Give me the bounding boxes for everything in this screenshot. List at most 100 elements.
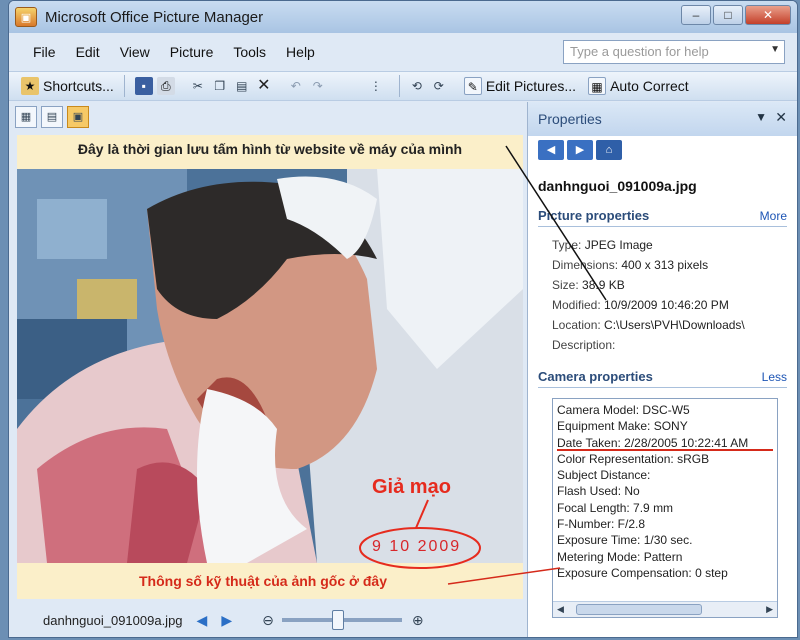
properties-title: Properties (538, 111, 602, 127)
menu-view[interactable]: View (120, 44, 150, 60)
camera-properties-title: Camera properties (538, 369, 653, 384)
zoom-slider[interactable] (281, 610, 402, 630)
minimize-button[interactable]: – (681, 5, 711, 25)
pane-navigation: ◀ ▶ ⌂ (538, 140, 797, 160)
view-mode-bar: ▦ ▤ ▣ (9, 102, 523, 132)
auto-correct-button[interactable]: ▦ Auto Correct (588, 77, 689, 95)
shortcuts-icon: ★ (21, 77, 39, 95)
filmstrip-view-icon[interactable]: ▤ (41, 106, 63, 128)
less-link[interactable]: Less (762, 370, 787, 384)
scrollbar-thumb[interactable] (575, 604, 702, 615)
redo-icon[interactable]: ↷ (309, 77, 327, 95)
shortcuts-button[interactable]: ★ Shortcuts... (21, 77, 114, 95)
next-picture-icon[interactable]: ▶ (221, 612, 232, 629)
prop-modified: Modified: 10/9/2009 10:46:20 PM (552, 295, 797, 315)
color-representation: Color Representation: sRGB (557, 451, 710, 466)
camera-properties-header: Camera properties Less (538, 369, 787, 388)
zoom-out-icon[interactable]: ⊖ (262, 612, 274, 629)
paste-icon[interactable]: ▤ (233, 77, 251, 95)
more-link[interactable]: More (760, 209, 787, 223)
toolbar-separator (398, 75, 400, 97)
picture-properties-list: Type: JPEG Image Dimensions: 400 x 313 p… (552, 235, 797, 355)
help-search-placeholder: Type a question for help (570, 44, 709, 59)
zoom-slider-thumb[interactable] (331, 610, 344, 630)
delete-icon[interactable]: ✕ (255, 77, 273, 95)
back-icon[interactable]: ◀ (538, 140, 564, 160)
prop-value: 38.9 KB (582, 278, 625, 292)
window-controls: – □ ✕ (681, 5, 791, 25)
edit-pictures-button[interactable]: ✎ Edit Pictures... (463, 77, 577, 95)
properties-pane: Properties ▼ ✕ ◀ ▶ ⌂ danhnguoi_091009a.j… (527, 102, 797, 637)
top-annotation: Đây là thời gian lưu tấm hình từ website… (17, 135, 523, 169)
selected-filename: danhnguoi_091009a.jpg (538, 178, 697, 194)
focal-length: Focal Length: 7.9 mm (557, 500, 674, 515)
exposure-time: Exposure Time: 1/30 sec. (557, 533, 693, 548)
picture-properties-title: Picture properties (538, 208, 650, 223)
prop-value: JPEG Image (584, 238, 653, 252)
zoom-in-icon[interactable]: ⊕ (412, 612, 424, 629)
toolbar: ★ Shortcuts... ▪ ⎙ ✂ ❐ ▤ ✕ ↶ ↷ ⋮ ⟲ ⟳ ✎ E… (9, 71, 797, 101)
horizontal-scrollbar[interactable]: ◀ ▶ (553, 601, 777, 617)
prop-label: Modified: (552, 298, 601, 312)
prop-description: Description: (552, 335, 797, 355)
chevron-down-icon[interactable]: ▼ (770, 44, 780, 55)
prop-label: Dimensions: (552, 258, 619, 272)
print-icon[interactable]: ⎙ (156, 77, 175, 95)
prop-label: Location: (552, 318, 601, 332)
prop-size: Size: 38.9 KB (552, 275, 797, 295)
photo-date-stamp: 9 10 2009 (372, 538, 462, 555)
f-number: F-Number: F/2.8 (557, 517, 646, 532)
prop-label: Description: (552, 338, 616, 352)
exposure-compensation: Exposure Compensation: 0 step (557, 565, 728, 580)
prop-type: Type: JPEG Image (552, 235, 797, 255)
toolbar-options-icon[interactable]: ⋮ (367, 77, 385, 95)
menu-help[interactable]: Help (286, 44, 315, 60)
photo-image (17, 169, 523, 563)
maximize-button[interactable]: □ (713, 5, 743, 25)
close-button[interactable]: ✕ (745, 5, 791, 25)
prop-label: Size: (552, 278, 579, 292)
undo-icon[interactable]: ↶ (287, 77, 305, 95)
picture-manager-icon: ▣ (15, 7, 37, 27)
home-icon[interactable]: ⌂ (596, 140, 622, 160)
toolbar-separator (123, 75, 125, 97)
properties-header: Properties ▼ ✕ (528, 102, 797, 136)
scroll-left-icon[interactable]: ◀ (557, 604, 564, 615)
prop-value: 10/9/2009 10:46:20 PM (604, 298, 729, 312)
auto-correct-icon: ▦ (588, 77, 607, 95)
edit-pictures-label: Edit Pictures... (485, 78, 577, 94)
rotate-left-icon[interactable]: ⟲ (408, 77, 426, 95)
pane-menu-icon[interactable]: ▼ (755, 110, 767, 124)
prop-value: 400 x 313 pixels (621, 258, 709, 272)
edit-pictures-icon: ✎ (463, 77, 482, 95)
help-search-input[interactable]: Type a question for help ▼ (563, 40, 785, 64)
metering-mode: Metering Mode: Pattern (557, 549, 683, 564)
previous-picture-icon[interactable]: ◀ (197, 612, 208, 629)
menu-file[interactable]: File (33, 44, 56, 60)
cut-icon[interactable]: ✂ (189, 77, 207, 95)
menu-edit[interactable]: Edit (76, 44, 100, 60)
status-filename: danhnguoi_091009a.jpg (43, 612, 183, 628)
status-bar: danhnguoi_091009a.jpg ◀ ▶ ⊖ ⊕ (9, 601, 523, 637)
camera-model: Camera Model: DSC-W5 (557, 403, 690, 417)
rotate-right-icon[interactable]: ⟳ (430, 77, 448, 95)
prop-dimensions: Dimensions: 400 x 313 pixels (552, 255, 797, 275)
menu-picture[interactable]: Picture (170, 44, 214, 60)
window-title: Microsoft Office Picture Manager (45, 8, 264, 26)
prop-location: Location: C:\Users\PVH\Downloads\ (552, 315, 797, 335)
single-picture-view-icon[interactable]: ▣ (67, 106, 89, 128)
menu-bar: File Edit View Picture Tools Help Type a… (9, 37, 797, 67)
copy-icon[interactable]: ❐ (211, 77, 229, 95)
close-pane-icon[interactable]: ✕ (775, 109, 787, 126)
picture-properties-header: Picture properties More (538, 208, 787, 227)
save-icon[interactable]: ▪ (134, 77, 153, 95)
picture-preview (17, 169, 523, 563)
forward-icon[interactable]: ▶ (567, 140, 593, 160)
thumbnail-view-icon[interactable]: ▦ (15, 106, 37, 128)
menu-tools[interactable]: Tools (233, 44, 266, 60)
scroll-right-icon[interactable]: ▶ (766, 604, 773, 615)
date-taken: Date Taken: 2/28/2005 10:22:41 AM (557, 435, 773, 451)
camera-properties-list[interactable]: Camera Model: DSC-W5 Equipment Make: SON… (552, 398, 778, 618)
fake-annotation: Giả mạo (372, 476, 451, 498)
bottom-annotation: Thông số kỹ thuật của ảnh gốc ở đây (17, 563, 523, 599)
